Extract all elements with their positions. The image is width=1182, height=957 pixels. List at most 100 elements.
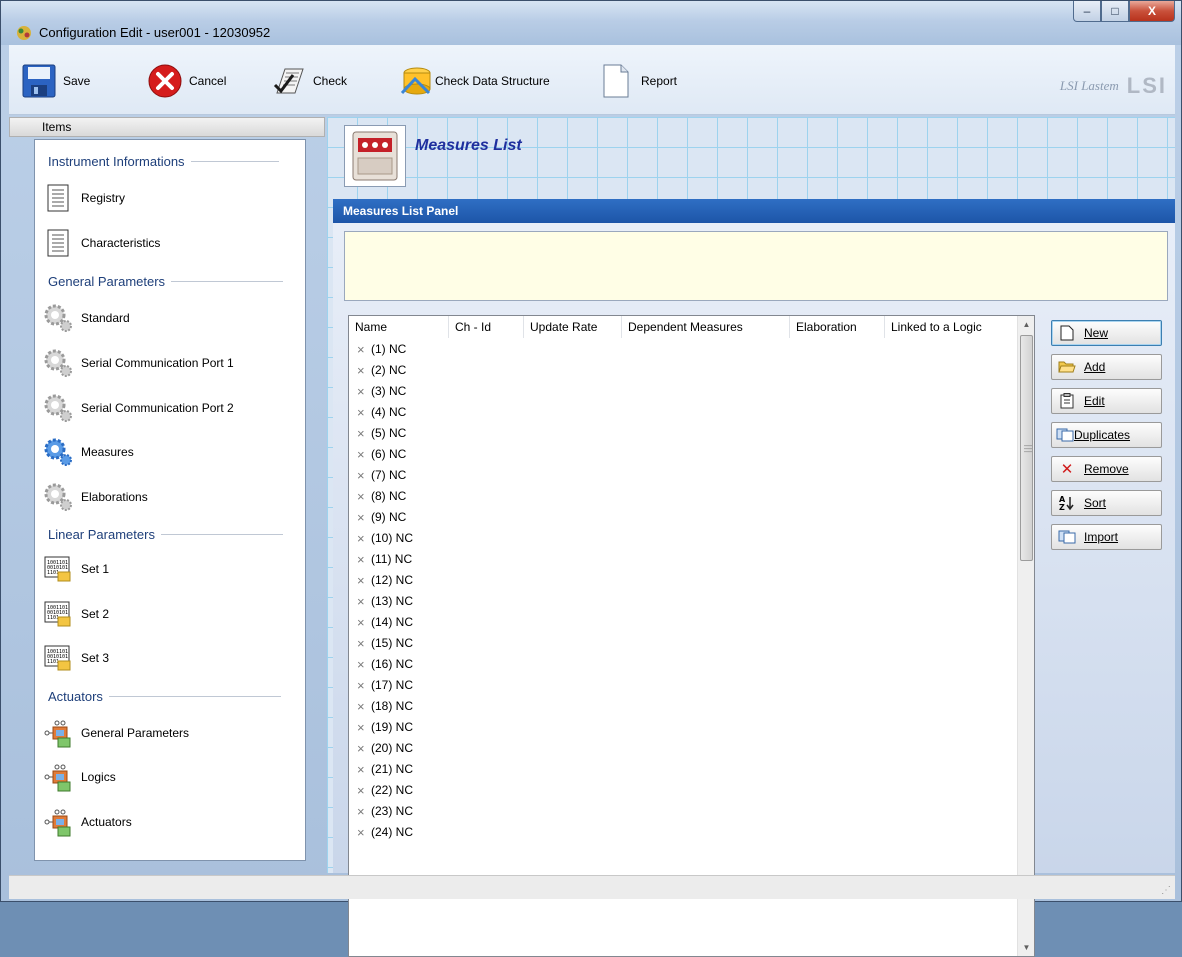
status-bar: ⋰ bbox=[9, 875, 1175, 899]
list-item[interactable]: × (7) NC bbox=[349, 465, 1018, 486]
duplicates-button[interactable]: Duplicates bbox=[1051, 422, 1162, 448]
brand: LSI Lastem LSI bbox=[1060, 73, 1167, 99]
sidebar-item-label: Registry bbox=[81, 191, 126, 205]
row-name: (5) NC bbox=[371, 426, 407, 440]
actuator-icon bbox=[43, 718, 73, 748]
sidebar-item-measures[interactable]: Measures bbox=[43, 436, 134, 468]
sidebar-item-elaborations[interactable]: Elaborations bbox=[43, 481, 148, 513]
list-item[interactable]: × (15) NC bbox=[349, 633, 1018, 654]
nc-x-icon: × bbox=[357, 447, 365, 462]
sidebar-item-characteristics[interactable]: Characteristics bbox=[43, 227, 160, 259]
add-button[interactable]: Add bbox=[1051, 354, 1162, 380]
column-header[interactable]: Update Rate bbox=[524, 316, 622, 338]
list-item[interactable]: × (10) NC bbox=[349, 528, 1018, 549]
remove-x-icon: ✕ bbox=[1060, 461, 1074, 478]
sidebar-item-label: Characteristics bbox=[81, 236, 161, 250]
title-bar[interactable]: Configuration Edit - user001 - 12030952 … bbox=[1, 1, 1181, 45]
sidebar-item-set-3[interactable]: 1001101 0010101 1101 Set 3 bbox=[43, 642, 109, 674]
column-header[interactable]: Linked to a Logic bbox=[885, 316, 1018, 338]
sidebar-item-actuators[interactable]: Actuators bbox=[43, 806, 132, 838]
new-button[interactable]: New bbox=[1051, 320, 1162, 346]
maximize-button[interactable]: □ bbox=[1101, 1, 1129, 22]
list-item[interactable]: × (18) NC bbox=[349, 696, 1018, 717]
list-item[interactable]: × (9) NC bbox=[349, 507, 1018, 528]
column-header[interactable]: Name bbox=[349, 316, 449, 338]
check-data-structure-label: Check Data Structure bbox=[435, 74, 550, 88]
panel-title-bar: Measures List Panel bbox=[333, 199, 1175, 223]
list-item[interactable]: × (4) NC bbox=[349, 402, 1018, 423]
group-linear-parameters: Linear Parameters bbox=[48, 527, 283, 542]
resize-grip-icon[interactable]: ⋰ bbox=[1161, 885, 1171, 896]
scroll-down-icon[interactable]: ▼ bbox=[1018, 939, 1035, 956]
sidebar-item-logics[interactable]: Logics bbox=[43, 761, 116, 793]
list-item[interactable]: × (14) NC bbox=[349, 612, 1018, 633]
sidebar: Instrument Informations Registry Charact… bbox=[34, 139, 306, 861]
list-item[interactable]: × (23) NC bbox=[349, 801, 1018, 822]
nc-x-icon: × bbox=[357, 342, 365, 357]
sidebar-item-actuator-general-parameters[interactable]: General Parameters bbox=[43, 717, 189, 749]
nc-x-icon: × bbox=[357, 699, 365, 714]
list-item[interactable]: × (17) NC bbox=[349, 675, 1018, 696]
scrollbar-thumb[interactable]: — — — bbox=[1020, 335, 1033, 561]
list-item[interactable]: × (24) NC bbox=[349, 822, 1018, 843]
sidebar-item-label: Serial Communication Port 1 bbox=[81, 356, 234, 370]
row-name: (7) NC bbox=[371, 468, 407, 482]
list-item[interactable]: × (2) NC bbox=[349, 360, 1018, 381]
row-name: (3) NC bbox=[371, 384, 407, 398]
list-item[interactable]: × (12) NC bbox=[349, 570, 1018, 591]
binary-folder-icon: 1001101 0010101 1101 bbox=[43, 554, 73, 584]
vertical-scrollbar[interactable]: ▲ — — — ▼ bbox=[1017, 316, 1034, 956]
column-header[interactable]: Elaboration bbox=[790, 316, 885, 338]
list-item[interactable]: × (11) NC bbox=[349, 549, 1018, 570]
duplicates-label: Duplicates bbox=[1074, 428, 1131, 442]
row-name: (16) NC bbox=[371, 657, 414, 671]
column-header[interactable]: Dependent Measures bbox=[622, 316, 790, 338]
column-header[interactable]: Ch - Id bbox=[449, 316, 524, 338]
remove-button[interactable]: ✕ Remove bbox=[1051, 456, 1162, 482]
nc-x-icon: × bbox=[357, 468, 365, 483]
import-button[interactable]: Import bbox=[1051, 524, 1162, 550]
import-icon bbox=[1058, 528, 1076, 546]
report-button[interactable]: Report bbox=[601, 63, 677, 99]
list-item[interactable]: × (20) NC bbox=[349, 738, 1018, 759]
list-item[interactable]: × (1) NC bbox=[349, 339, 1018, 360]
check-button[interactable]: Check bbox=[271, 63, 347, 99]
check-data-structure-button[interactable]: Check Data Structure bbox=[399, 63, 550, 99]
list-item[interactable]: × (13) NC bbox=[349, 591, 1018, 612]
save-button[interactable]: Save bbox=[21, 63, 90, 99]
cancel-button[interactable]: Cancel bbox=[147, 63, 226, 99]
svg-text:1101: 1101 bbox=[47, 615, 59, 621]
list-item[interactable]: × (21) NC bbox=[349, 759, 1018, 780]
edit-button[interactable]: Edit bbox=[1051, 388, 1162, 414]
list-body: × (1) NC × (2) NC × (3) NC × (4) NC × (5) NC … bbox=[349, 339, 1018, 956]
sidebar-item-serial-port-1[interactable]: Serial Communication Port 1 bbox=[43, 347, 234, 379]
sidebar-item-standard[interactable]: Standard bbox=[43, 302, 130, 334]
sort-button[interactable]: AZ Sort bbox=[1051, 490, 1162, 516]
list-item[interactable]: × (19) NC bbox=[349, 717, 1018, 738]
nc-x-icon: × bbox=[357, 720, 365, 735]
sidebar-item-serial-port-2[interactable]: Serial Communication Port 2 bbox=[43, 392, 234, 424]
nc-x-icon: × bbox=[357, 762, 365, 777]
gear-icon bbox=[43, 482, 73, 512]
sidebar-item-set-2[interactable]: 1001101 0010101 1101 Set 2 bbox=[43, 598, 109, 630]
list-item[interactable]: × (16) NC bbox=[349, 654, 1018, 675]
gear-icon bbox=[43, 348, 73, 378]
items-header: Items bbox=[9, 117, 325, 137]
list-item[interactable]: × (3) NC bbox=[349, 381, 1018, 402]
sidebar-item-set-1[interactable]: 1001101 0010101 1101 Set 1 bbox=[43, 553, 109, 585]
sidebar-item-label: Actuators bbox=[81, 815, 132, 829]
actuator-icon bbox=[43, 807, 73, 837]
measures-list[interactable]: Name Ch - Id Update Rate Dependent Measu… bbox=[348, 315, 1035, 957]
row-name: (20) NC bbox=[371, 741, 414, 755]
list-item[interactable]: × (22) NC bbox=[349, 780, 1018, 801]
nc-x-icon: × bbox=[357, 363, 365, 378]
list-item[interactable]: × (8) NC bbox=[349, 486, 1018, 507]
scroll-up-icon[interactable]: ▲ bbox=[1018, 316, 1035, 333]
close-button[interactable]: X bbox=[1129, 1, 1175, 22]
nc-x-icon: × bbox=[357, 426, 365, 441]
minimize-button[interactable]: – bbox=[1073, 1, 1101, 22]
sidebar-item-registry[interactable]: Registry bbox=[43, 182, 125, 214]
list-item[interactable]: × (6) NC bbox=[349, 444, 1018, 465]
app-icon bbox=[17, 26, 31, 40]
list-item[interactable]: × (5) NC bbox=[349, 423, 1018, 444]
